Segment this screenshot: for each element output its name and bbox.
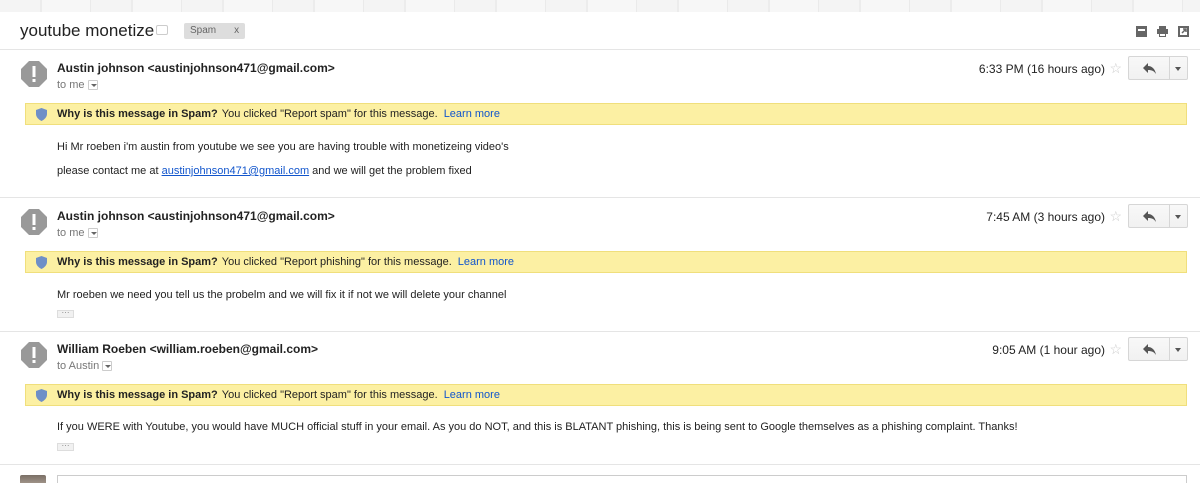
sender[interactable]: William Roeben <william.roeben@gmail.com… bbox=[57, 342, 318, 356]
sender-name: Austin johnson bbox=[57, 61, 145, 75]
reply-area bbox=[0, 465, 1200, 483]
banner-text: You clicked "Report phishing" for this m… bbox=[221, 256, 452, 268]
message-time: 6:33 PM (16 hours ago) bbox=[978, 62, 1105, 76]
star-icon[interactable]: ☆ bbox=[1109, 341, 1122, 358]
reply-controls bbox=[1128, 204, 1188, 228]
remove-label-icon[interactable]: x bbox=[234, 25, 239, 36]
warning-avatar-icon bbox=[21, 61, 47, 87]
message-3: William Roeben <william.roeben@gmail.com… bbox=[0, 332, 1200, 465]
reply-icon bbox=[1142, 62, 1156, 74]
show-trimmed-content-button[interactable]: ··· bbox=[57, 442, 74, 451]
sender-address: <austinjohnson471@gmail.com> bbox=[147, 209, 335, 223]
reply-icon bbox=[1142, 343, 1156, 355]
warning-avatar-icon bbox=[21, 209, 47, 235]
spam-label-chip[interactable]: Spam x bbox=[184, 23, 246, 39]
shield-icon bbox=[36, 107, 47, 121]
sender-name: William Roeben bbox=[57, 342, 147, 356]
more-options-button[interactable] bbox=[1170, 337, 1188, 361]
recipient-line: to Austin bbox=[57, 360, 113, 372]
thread-actions bbox=[1135, 25, 1190, 38]
more-options-button[interactable] bbox=[1170, 204, 1188, 228]
details-dropdown-icon[interactable] bbox=[87, 80, 98, 91]
banner-text: You clicked "Report spam" for this messa… bbox=[221, 108, 438, 120]
more-options-button[interactable] bbox=[1170, 56, 1188, 80]
print-icon[interactable] bbox=[1156, 25, 1169, 38]
new-window-icon[interactable] bbox=[1177, 25, 1190, 38]
thread-header: youtube monetize Spam x bbox=[0, 12, 1200, 50]
body-text: please contact me at bbox=[57, 165, 159, 177]
header-background-pattern bbox=[0, 0, 1200, 12]
message-time: 7:45 AM (3 hours ago) bbox=[986, 210, 1105, 224]
banner-text: You clicked "Report spam" for this messa… bbox=[221, 389, 438, 401]
message-1: Austin johnson <austinjohnson471@gmail.c… bbox=[0, 51, 1200, 198]
reply-controls bbox=[1128, 56, 1188, 80]
thread-subject: youtube monetize bbox=[20, 21, 155, 40]
sender[interactable]: Austin johnson <austinjohnson471@gmail.c… bbox=[57, 209, 335, 223]
sender[interactable]: Austin johnson <austinjohnson471@gmail.c… bbox=[57, 61, 335, 75]
message-body-line: If you WERE with Youtube, you would have… bbox=[57, 421, 1018, 433]
spam-reason-banner: Why is this message in Spam? You clicked… bbox=[25, 384, 1187, 406]
details-dropdown-icon[interactable] bbox=[102, 361, 113, 372]
message-body-line: please contact me at austinjohnson471@gm… bbox=[57, 165, 472, 177]
learn-more-link[interactable]: Learn more bbox=[458, 256, 514, 268]
star-icon[interactable]: ☆ bbox=[1109, 208, 1122, 225]
recipient-line: to me bbox=[57, 227, 98, 239]
reply-button[interactable] bbox=[1128, 204, 1170, 228]
reply-button[interactable] bbox=[1128, 56, 1170, 80]
message-body-line: Mr roeben we need you tell us the probel… bbox=[57, 289, 507, 301]
recipient-line: to me bbox=[57, 79, 98, 91]
details-dropdown-icon[interactable] bbox=[87, 228, 98, 239]
sender-name: Austin johnson bbox=[57, 209, 145, 223]
spam-reason-banner: Why is this message in Spam? You clicked… bbox=[25, 103, 1187, 125]
star-icon[interactable]: ☆ bbox=[1109, 60, 1122, 77]
recipient-label: to Austin bbox=[57, 360, 100, 372]
message-body-line: Hi Mr roeben i'm austin from youtube we … bbox=[57, 141, 509, 153]
show-trimmed-content-button[interactable]: ··· bbox=[57, 309, 74, 318]
banner-question: Why is this message in Spam? bbox=[57, 389, 218, 401]
archive-icon[interactable] bbox=[1135, 25, 1148, 38]
avatar bbox=[20, 475, 46, 483]
message-time: 9:05 AM (1 hour ago) bbox=[992, 343, 1105, 357]
reply-button[interactable] bbox=[1128, 337, 1170, 361]
message-2: Austin johnson <austinjohnson471@gmail.c… bbox=[0, 199, 1200, 332]
shield-icon bbox=[36, 255, 47, 269]
reply-icon bbox=[1142, 210, 1156, 222]
recipient-label: to me bbox=[57, 79, 85, 91]
reply-box[interactable] bbox=[57, 475, 1187, 483]
label-icon[interactable] bbox=[156, 25, 168, 35]
recipient-label: to me bbox=[57, 227, 85, 239]
body-text: and we will get the problem fixed bbox=[312, 165, 472, 177]
shield-icon bbox=[36, 388, 47, 402]
warning-avatar-icon bbox=[21, 342, 47, 368]
email-link[interactable]: austinjohnson471@gmail.com bbox=[162, 165, 310, 177]
spam-label-text: Spam bbox=[190, 25, 217, 36]
reply-controls bbox=[1128, 337, 1188, 361]
banner-question: Why is this message in Spam? bbox=[57, 256, 218, 268]
sender-address: <william.roeben@gmail.com> bbox=[149, 342, 319, 356]
spam-reason-banner: Why is this message in Spam? You clicked… bbox=[25, 251, 1187, 273]
sender-address: <austinjohnson471@gmail.com> bbox=[147, 61, 335, 75]
learn-more-link[interactable]: Learn more bbox=[444, 108, 500, 120]
learn-more-link[interactable]: Learn more bbox=[444, 389, 500, 401]
banner-question: Why is this message in Spam? bbox=[57, 108, 218, 120]
